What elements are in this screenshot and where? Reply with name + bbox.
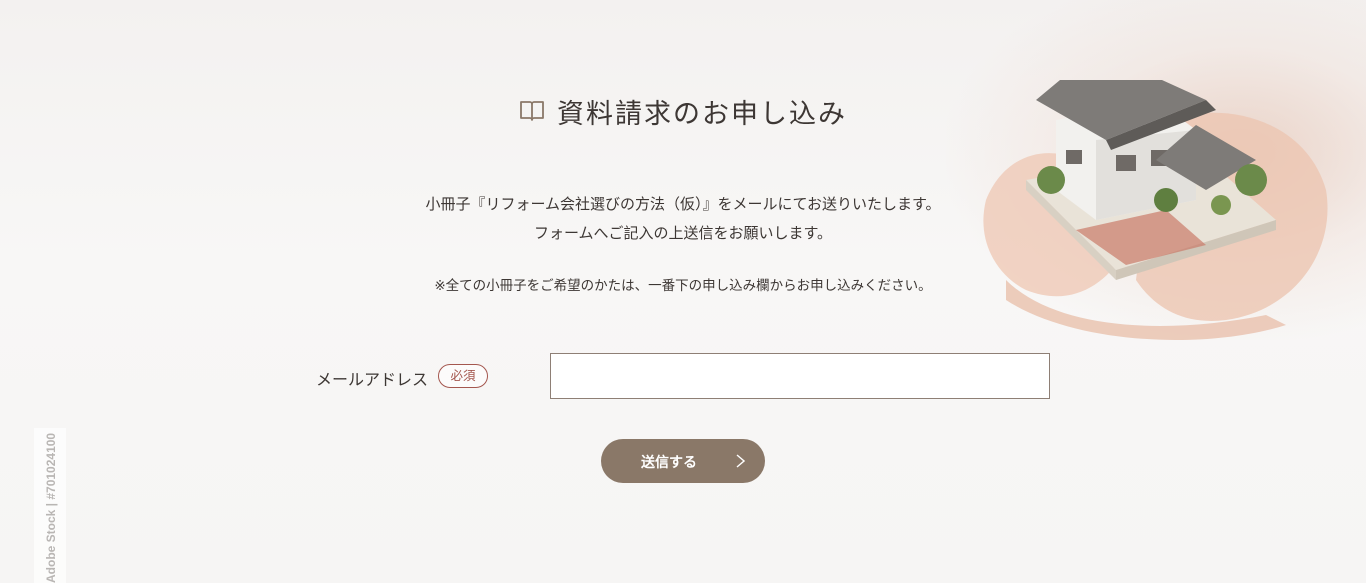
required-badge: 必須 [438,364,488,388]
stock-watermark: Adobe Stock | #701024100 [34,428,66,583]
intro-line-2: フォームへご記入の上送信をお願いします。 [533,224,833,242]
chevron-right-icon [736,454,745,468]
submit-button[interactable]: 送信する [601,439,765,483]
email-label: メールアドレス [316,370,429,389]
intro-text: 小冊子『リフォーム会社選びの方法（仮）』をメールにてお送りいたします。 フォーム… [0,190,1366,248]
email-field[interactable] [550,353,1050,399]
booklet-note: ※全ての小冊子をご希望のかたは、一番下の申し込み欄からお申し込みください。 [434,278,932,294]
page-title: 資料請求のお申し込み [0,92,1366,131]
intro-line-1: 小冊子『リフォーム会社選びの方法（仮）』をメールにてお送りいたします。 [425,195,941,213]
book-icon [519,97,545,128]
submit-button-label: 送信する [641,455,697,471]
page-title-text: 資料請求のお申し込み [557,99,847,130]
